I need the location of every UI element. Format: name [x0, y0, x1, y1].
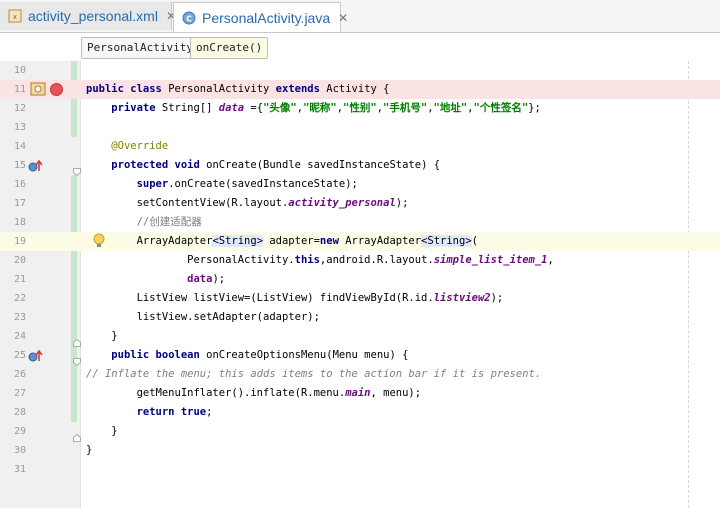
code-text: }: [111, 425, 118, 437]
code-editor[interactable]: 10 11 public class PersonalActivity exte…: [0, 61, 720, 508]
breakpoint-icon[interactable]: [50, 83, 63, 96]
code-line: 19 ArrayAdapter<String> adapter=new Arra…: [0, 232, 720, 251]
line-number: 19: [13, 236, 26, 247]
code-line: 21 data);: [0, 270, 720, 289]
code-text: public class PersonalActivity extends Ac…: [86, 83, 390, 95]
code-text: // Inflate the menu; this adds items to …: [86, 368, 542, 380]
code-line: 24 }: [0, 327, 720, 347]
line-number: 26: [13, 369, 26, 380]
code-line: 13: [0, 118, 720, 137]
editor-tab-bar: x activity_personal.xml ✕ C PersonalActi…: [0, 0, 720, 33]
code-line: 11 public class PersonalActivity extends…: [0, 80, 720, 99]
line-number: 25: [13, 350, 26, 361]
line-number: 17: [13, 198, 26, 209]
code-text: @Override: [111, 140, 169, 152]
tab-label: PersonalActivity.java: [202, 9, 331, 26]
code-text: return true;: [136, 406, 213, 418]
line-number: 23: [13, 312, 26, 323]
code-line: 30 }: [0, 441, 720, 460]
tab-activity-personal-xml[interactable]: x activity_personal.xml ✕: [0, 2, 176, 30]
code-text: }: [86, 444, 93, 456]
code-line: 20 PersonalActivity.this,android.R.layou…: [0, 251, 720, 270]
breadcrumb-class[interactable]: PersonalActivity: [81, 37, 199, 59]
tab-personal-activity-java[interactable]: C PersonalActivity.java ✕: [173, 2, 348, 32]
line-number: 24: [13, 331, 26, 342]
code-line: 28 return true;: [0, 403, 720, 422]
code-text: data);: [187, 273, 226, 285]
code-line: 18 //创建适配器: [0, 213, 720, 232]
line-number: 15: [13, 160, 26, 171]
code-text: //创建适配器: [136, 216, 202, 228]
code-text: ArrayAdapter<String> adapter=new ArrayAd…: [136, 235, 478, 247]
line-number: 30: [13, 445, 26, 456]
code-line: 15 protected void onCreate(Bundle savedI…: [0, 156, 720, 177]
line-number: 16: [13, 179, 26, 190]
svg-text:C: C: [186, 14, 192, 23]
line-number: 11: [13, 84, 26, 95]
override-method-icon[interactable]: [28, 159, 44, 173]
code-line: 31: [0, 460, 720, 479]
code-line: 17 setContentView(R.layout.activity_pers…: [0, 194, 720, 213]
layout-file-icon[interactable]: [30, 82, 46, 96]
code-line: 23 listView.setAdapter(adapter);: [0, 308, 720, 327]
line-number: 22: [13, 293, 26, 304]
fold-icon[interactable]: [73, 351, 81, 367]
java-class-icon: C: [182, 11, 196, 25]
code-text: }: [111, 330, 118, 342]
code-line: 29 }: [0, 422, 720, 442]
code-line: 22 ListView listView=(ListView) findView…: [0, 289, 720, 308]
line-number: 27: [13, 388, 26, 399]
code-text: private String[] data ={"头像","昵称","性别","…: [111, 102, 541, 114]
code-line: 27 getMenuInflater().inflate(R.menu.main…: [0, 384, 720, 403]
fold-end-icon[interactable]: [73, 332, 81, 347]
code-line: 12 private String[] data ={"头像","昵称","性别…: [0, 99, 720, 118]
line-number: 14: [13, 141, 26, 152]
breadcrumb: PersonalActivity onCreate(): [0, 33, 720, 61]
code-text: setContentView(R.layout.activity_persona…: [136, 197, 409, 209]
code-line: 10: [0, 61, 720, 80]
code-text: public boolean onCreateOptionsMenu(Menu …: [111, 349, 409, 361]
line-number: 21: [13, 274, 26, 285]
code-text: PersonalActivity.this,android.R.layout.s…: [187, 254, 554, 266]
xml-file-icon: x: [8, 9, 22, 23]
override-method-icon[interactable]: [28, 349, 44, 363]
code-line: 14 @Override: [0, 137, 720, 156]
code-line: 25 public boolean onCreateOptionsMenu(Me…: [0, 346, 720, 367]
breadcrumb-method[interactable]: onCreate(): [190, 37, 269, 59]
line-number: 29: [13, 426, 26, 437]
close-icon[interactable]: ✕: [338, 11, 348, 25]
svg-text:x: x: [13, 13, 17, 21]
code-text: protected void onCreate(Bundle savedInst…: [111, 159, 441, 171]
code-line: 16 super.onCreate(savedInstanceState);: [0, 175, 720, 194]
code-text: super.onCreate(savedInstanceState);: [136, 178, 358, 190]
code-text: ListView listView=(ListView) findViewByI…: [136, 292, 504, 304]
line-number: 28: [13, 407, 26, 418]
line-number: 13: [13, 122, 26, 133]
fold-end-icon[interactable]: [73, 427, 81, 442]
code-text: getMenuInflater().inflate(R.menu.main, m…: [136, 387, 422, 399]
code-text: listView.setAdapter(adapter);: [136, 311, 320, 323]
line-number: 20: [13, 255, 26, 266]
tab-label: activity_personal.xml: [28, 8, 158, 24]
line-number: 31: [13, 464, 26, 475]
line-number: 10: [13, 65, 26, 76]
line-number: 12: [13, 103, 26, 114]
code-line: 26 // Inflate the menu; this adds items …: [0, 365, 720, 384]
fold-icon[interactable]: [73, 161, 81, 177]
line-number: 18: [13, 217, 26, 228]
